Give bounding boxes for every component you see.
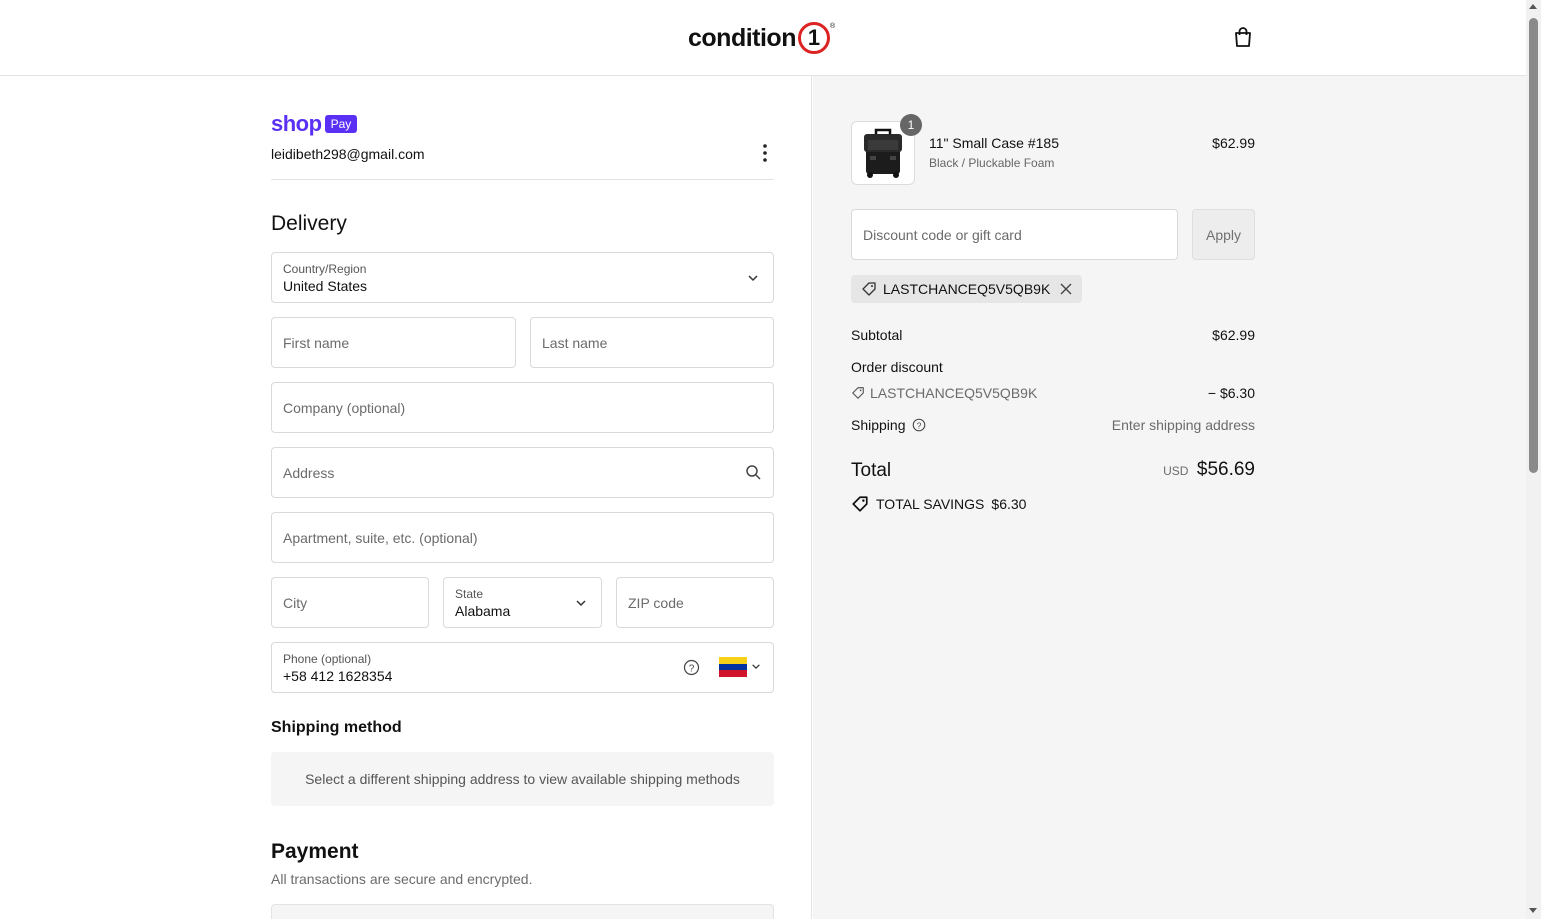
company-field[interactable]: Company (optional) <box>271 382 774 433</box>
shipping-row: Shipping ? <box>851 417 926 433</box>
payment-methods-box <box>271 904 774 919</box>
city-field[interactable]: City <box>271 577 429 628</box>
total-label: Total <box>851 460 892 481</box>
total-value: $56.69 <box>1196 459 1255 480</box>
payment-subtitle: All transactions are secure and encrypte… <box>271 871 533 887</box>
last-name-placeholder: Last name <box>542 334 608 351</box>
divider <box>271 179 774 180</box>
kebab-menu-icon[interactable] <box>758 143 772 163</box>
zip-field[interactable]: ZIP code <box>616 577 774 628</box>
zip-placeholder: ZIP code <box>628 594 684 611</box>
logo-registered: ® <box>829 23 836 30</box>
subtotal-value: $62.99 <box>1212 327 1255 343</box>
order-discount-label: Order discount <box>851 359 943 375</box>
company-placeholder: Company (optional) <box>283 399 406 416</box>
total-savings-row: TOTAL SAVINGS $6.30 <box>851 495 1026 513</box>
payment-heading: Payment <box>271 840 359 863</box>
address-placeholder: Address <box>283 464 335 481</box>
country-select[interactable]: Country/Region United States <box>271 252 774 303</box>
scrollbar-thumb[interactable] <box>1529 18 1538 473</box>
site-header: condition 1 ® <box>0 0 1526 76</box>
scroll-down-arrow-icon[interactable] <box>1529 908 1537 913</box>
first-name-field[interactable]: First name <box>271 317 516 368</box>
shipping-method-notice: Select a different shipping address to v… <box>271 752 774 806</box>
city-placeholder: City <box>283 594 308 611</box>
phone-value: +58 412 1628354 <box>283 668 393 684</box>
shop-pay-button[interactable]: shop Pay <box>271 111 358 137</box>
first-name-placeholder: First name <box>283 334 350 351</box>
discount-code-row: LASTCHANCEQ5V5QB9K <box>851 385 1037 401</box>
quantity-badge: 1 <box>900 114 922 136</box>
shop-pay-badge: Pay <box>324 115 358 133</box>
brand-logo[interactable]: condition 1 ® <box>688 21 835 55</box>
applied-discount-code: LASTCHANCEQ5V5QB9K <box>883 281 1051 297</box>
svg-text:?: ? <box>916 421 921 430</box>
apartment-field[interactable]: Apartment, suite, etc. (optional) <box>271 512 774 563</box>
last-name-field[interactable]: Last name <box>530 317 774 368</box>
scroll-up-arrow-icon[interactable] <box>1529 4 1537 9</box>
address-field[interactable]: Address <box>271 447 774 498</box>
logo-number: 1 <box>797 22 830 54</box>
product-price: $62.99 <box>1212 135 1255 151</box>
state-value: Alabama <box>455 603 511 619</box>
state-label: State <box>455 587 484 601</box>
total-amount: USD $56.69 <box>1055 459 1255 481</box>
state-select[interactable]: State Alabama <box>443 577 602 628</box>
total-currency: USD <box>1163 464 1189 478</box>
phone-field[interactable]: Phone (optional) +58 412 1628354 ? <box>271 642 774 693</box>
chevron-down-icon <box>752 664 760 670</box>
discount-code-input[interactable]: Discount code or gift card <box>851 209 1178 260</box>
logo-text: condition <box>688 23 796 52</box>
shipping-value: Enter shipping address <box>1111 417 1255 433</box>
product-variant: Black / Pluckable Foam <box>929 156 1055 170</box>
shipping-label: Shipping <box>851 417 906 433</box>
help-circle-icon[interactable]: ? <box>683 659 700 676</box>
account-email: leidibeth298@gmail.com <box>271 146 425 162</box>
tag-icon <box>852 496 868 512</box>
product-name: 11" Small Case #185 <box>929 135 1060 151</box>
shop-pay-logo: shop <box>271 111 322 136</box>
search-icon <box>746 465 761 480</box>
subtotal-label: Subtotal <box>851 327 903 343</box>
help-circle-icon[interactable]: ? <box>912 418 926 432</box>
apply-button[interactable]: Apply <box>1192 209 1255 260</box>
chevron-down-icon <box>748 275 758 282</box>
discount-placeholder: Discount code or gift card <box>863 227 1022 243</box>
savings-label: TOTAL SAVINGS <box>876 496 985 512</box>
close-icon[interactable] <box>1060 283 1072 295</box>
chevron-down-icon <box>576 600 586 607</box>
discount-value: − $6.30 <box>1207 385 1255 401</box>
tag-icon <box>862 282 876 296</box>
apartment-placeholder: Apartment, suite, etc. (optional) <box>283 529 478 546</box>
phone-label: Phone (optional) <box>283 652 372 666</box>
applied-discount-chip: LASTCHANCEQ5V5QB9K <box>851 275 1082 303</box>
savings-value: $6.30 <box>991 496 1027 512</box>
country-value: United States <box>283 278 368 294</box>
svg-text:?: ? <box>689 664 695 675</box>
page-scrollbar[interactable] <box>1526 0 1541 919</box>
delivery-heading: Delivery <box>271 212 347 235</box>
venezuela-flag-icon <box>719 657 747 677</box>
phone-country-selector[interactable] <box>719 657 763 679</box>
tag-icon <box>852 387 864 399</box>
shipping-method-heading: Shipping method <box>271 719 402 736</box>
shopping-bag-icon[interactable] <box>1232 26 1254 48</box>
discount-code-name: LASTCHANCEQ5V5QB9K <box>870 385 1038 401</box>
country-label: Country/Region <box>283 262 367 276</box>
